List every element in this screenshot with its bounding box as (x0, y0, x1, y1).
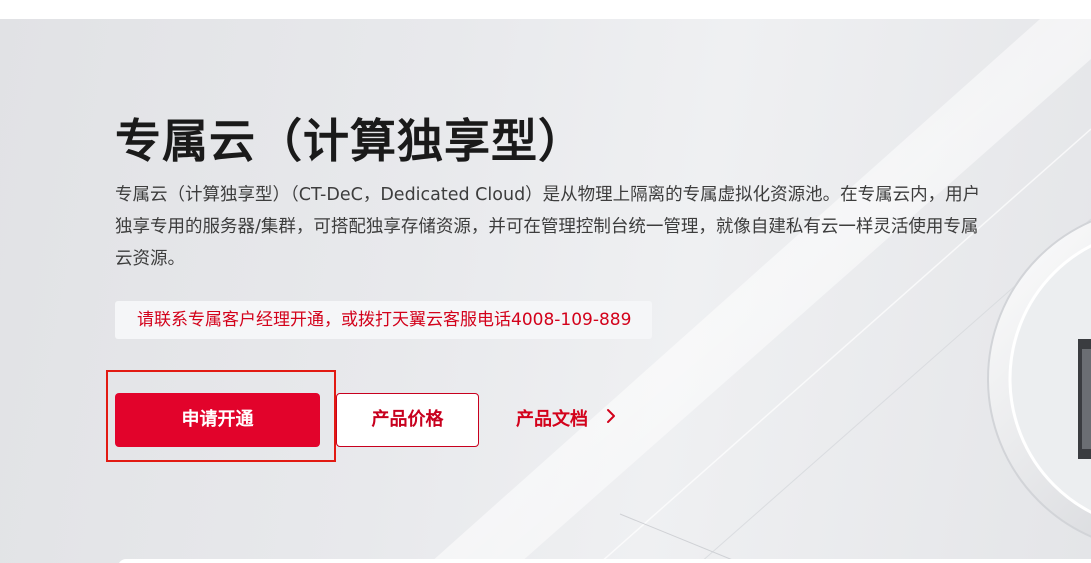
banner-decoration (430, 19, 1091, 563)
docs-link[interactable]: 产品文档 (516, 393, 616, 447)
content-card-top (118, 559, 1091, 563)
chevron-right-icon (606, 392, 616, 446)
hero-banner: 专属云（计算独享型） 专属云（计算独享型）（CT-DeC，Dedicated C… (0, 19, 1091, 563)
contact-notice: 请联系专属客户经理开通，或拨打天翼云客服电话4008-109-889 (115, 301, 653, 339)
price-button[interactable]: 产品价格 (336, 393, 479, 447)
apply-button[interactable]: 申请开通 (115, 393, 320, 447)
docs-link-label: 产品文档 (516, 409, 588, 430)
page: 专属云（计算独享型） 专属云（计算独享型）（CT-DeC，Dedicated C… (0, 0, 1091, 563)
page-title: 专属云（计算独享型） (115, 114, 585, 168)
product-description: 专属云（计算独享型）（CT-DeC，Dedicated Cloud）是从物理上隔… (115, 185, 981, 269)
